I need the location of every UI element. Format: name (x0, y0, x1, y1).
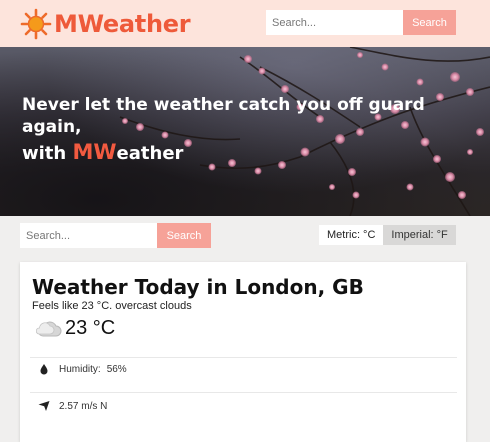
humidity-label: Humidity: (59, 363, 101, 375)
hero-line-2: again, (22, 117, 82, 137)
hero-line-3: with MWeather (22, 141, 462, 165)
header-search-input[interactable] (266, 10, 403, 35)
header-search-button[interactable]: Search (403, 10, 456, 35)
hero-banner: Never let the weather catch you off guar… (0, 47, 490, 216)
current-temperature: 23 °C (65, 317, 116, 339)
feels-like-text: Feels like 23 °C. overcast clouds (32, 300, 192, 312)
imperial-toggle[interactable]: Imperial: °F (383, 225, 456, 245)
brand-name: MWeather (54, 10, 191, 38)
weather-title: Weather Today in London, GB (32, 275, 364, 299)
sun-icon (20, 8, 52, 40)
unit-toggle: Metric: °C Imperial: °F (319, 225, 456, 245)
city-search-button[interactable]: Search (157, 223, 211, 248)
droplet-icon (40, 364, 48, 375)
hero-tagline: Never let the weather catch you off guar… (22, 94, 462, 165)
logo[interactable]: MWeather (20, 8, 191, 40)
humidity-value: 56% (106, 363, 127, 375)
wind-value: 2.57 m/s N (59, 400, 108, 412)
search-controls-bar: Search Metric: °C Imperial: °F (0, 216, 490, 254)
cloud-icon (36, 321, 62, 336)
metric-toggle[interactable]: Metric: °C (319, 225, 384, 245)
hero-brand-mw: MW (72, 140, 117, 164)
wind-row: 2.57 m/s N (38, 400, 107, 412)
hero-brand-rest: eather (116, 143, 184, 164)
city-search: Search (20, 223, 211, 248)
hero-line-3-prefix: with (22, 143, 73, 164)
wind-direction-icon (38, 401, 50, 411)
current-temp-row: 23 °C (36, 317, 115, 340)
divider (30, 357, 457, 358)
weather-card: Weather Today in London, GB Feels like 2… (20, 262, 466, 442)
header-search: Search (266, 10, 456, 35)
humidity-row: Humidity: 56% (38, 363, 127, 375)
city-search-input[interactable] (20, 223, 157, 248)
divider (30, 392, 457, 393)
top-header: MWeather Search (0, 0, 490, 47)
hero-line-1: Never let the weather catch you off guar… (22, 95, 425, 115)
